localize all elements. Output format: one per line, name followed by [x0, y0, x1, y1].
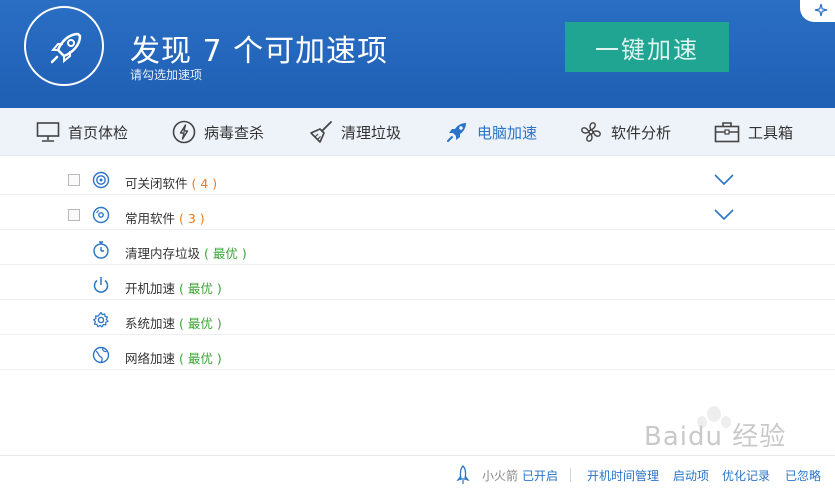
- optimization-history-link[interactable]: 优化记录: [722, 467, 770, 484]
- count-badge: ( 4 ): [191, 176, 218, 191]
- list-item-network-boost: 网络加速 ( 最优 ): [0, 335, 835, 370]
- tab-clean-junk[interactable]: 清理垃圾: [309, 108, 401, 156]
- status-badge: ( 最优 ): [179, 281, 222, 296]
- tab-toolbox[interactable]: 工具箱: [714, 108, 793, 156]
- page-title: 发现 7 个可加速项: [130, 34, 389, 69]
- footer-divider: [570, 468, 571, 482]
- tab-label: 首页体检: [68, 123, 129, 142]
- lightning-icon: [172, 120, 196, 144]
- tab-label: 软件分析: [611, 123, 672, 142]
- row-label: 可关闭软件: [125, 176, 188, 191]
- row-checkbox[interactable]: [68, 209, 80, 221]
- row-label: 清理内存垃圾: [125, 246, 201, 261]
- list-item-startup-boost: 开机加速 ( 最优 ): [0, 265, 835, 300]
- row-checkbox[interactable]: [68, 174, 80, 186]
- count-badge: ( 3 ): [179, 211, 205, 226]
- fan-icon: [581, 122, 601, 142]
- boot-time-management-link[interactable]: 开机时间管理: [587, 467, 659, 484]
- monitor-icon: [36, 122, 60, 142]
- chevron-down-icon[interactable]: [714, 209, 734, 221]
- header-banner: 发现 7 个可加速项 请勾选加速项 一键加速: [0, 0, 835, 108]
- toolbox-icon: [714, 122, 740, 143]
- list-item-common-software[interactable]: 常用软件 ( 3 ): [0, 195, 835, 230]
- broom-icon: [310, 121, 332, 143]
- tab-label: 清理垃圾: [341, 123, 402, 142]
- ignored-items-link[interactable]: 已忽略: [785, 467, 821, 484]
- watermark-text: Baidu 经验: [644, 422, 787, 452]
- row-label: 常用软件: [125, 211, 176, 226]
- network-icon: [92, 346, 110, 364]
- status-footer: 小火箭 已开启 开机时间管理 启动项 优化记录 已忽略: [0, 455, 835, 494]
- rocket-feature-label: 小火箭: [482, 469, 519, 483]
- page-subtitle: 请勾选加速项: [130, 68, 203, 82]
- status-badge: ( 最优 ): [179, 316, 222, 331]
- main-tab-bar: 首页体检 病毒查杀 清理垃圾 电脑加速 软件分析 工具箱: [0, 108, 835, 156]
- rocket-logo-icon: [50, 32, 82, 64]
- row-label: 网络加速: [125, 351, 176, 366]
- list-item-system-boost: 系统加速 ( 最优 ): [0, 300, 835, 335]
- status-badge: ( 最优 ): [204, 246, 247, 261]
- power-icon: [93, 277, 109, 293]
- list-item-closable-software[interactable]: 可关闭软件 ( 4 ): [0, 160, 835, 195]
- tab-virus-scan[interactable]: 病毒查杀: [172, 108, 264, 156]
- logo-circle: [24, 6, 104, 86]
- row-label: 系统加速: [125, 316, 176, 331]
- list-item-memory-cleanup: 清理内存垃圾 ( 最优 ): [0, 230, 835, 265]
- tab-pc-boost[interactable]: 电脑加速: [445, 108, 537, 156]
- disc-icon: [92, 171, 110, 189]
- tab-home-checkup[interactable]: 首页体检: [36, 108, 128, 156]
- small-rocket-icon: [456, 465, 470, 484]
- rocket-icon: [447, 123, 466, 142]
- skin-button[interactable]: [800, 0, 835, 22]
- gear-icon: [93, 311, 109, 328]
- tab-label: 病毒查杀: [204, 123, 265, 142]
- tab-software-analysis[interactable]: 软件分析: [579, 108, 671, 156]
- tab-label: 工具箱: [748, 123, 794, 142]
- tab-label: 电脑加速: [477, 123, 538, 142]
- cd-icon: [92, 206, 110, 224]
- row-label: 开机加速: [125, 281, 176, 296]
- one-click-boost-button[interactable]: 一键加速: [565, 22, 729, 72]
- stopwatch-icon: [93, 241, 109, 259]
- sparkle-icon: [814, 3, 828, 17]
- chevron-down-icon[interactable]: [714, 174, 734, 186]
- status-badge: ( 最优 ): [179, 351, 222, 366]
- startup-items-link[interactable]: 启动项: [673, 467, 709, 484]
- rocket-status-link[interactable]: 已开启: [522, 467, 558, 484]
